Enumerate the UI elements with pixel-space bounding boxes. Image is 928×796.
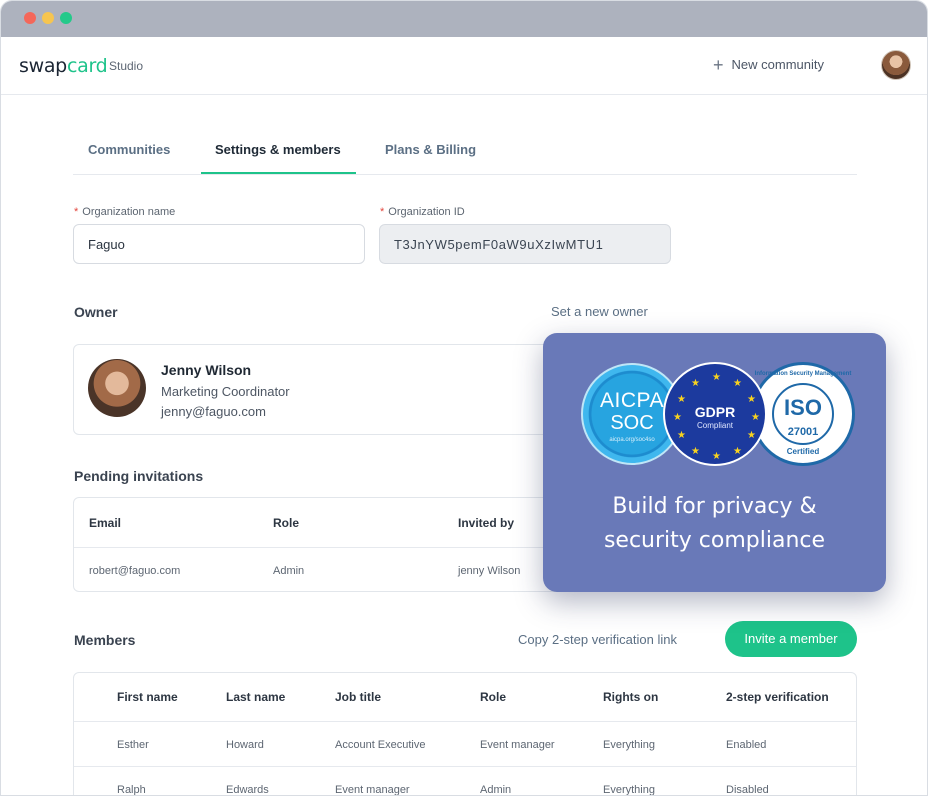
column-header-2-step-verification[interactable]: 2-step verification bbox=[726, 690, 829, 704]
column-header-role[interactable]: Role bbox=[480, 690, 506, 704]
minimize-window-icon[interactable] bbox=[42, 12, 54, 24]
pending-email-cell: robert@faguo.com bbox=[89, 565, 181, 577]
compliance-promo-card: AICPA SOC aicpa.org/soc4so Information S… bbox=[543, 333, 886, 592]
org-name-input[interactable] bbox=[73, 224, 365, 264]
copy-verification-link[interactable]: Copy 2-step verification link bbox=[518, 632, 677, 647]
gdpr-badge: ★ ★ ★ ★ ★ ★ ★ ★ ★ ★ ★ ★ GDPR Compliant bbox=[663, 362, 767, 466]
settings-tabs: Communities Settings & members Plans & B… bbox=[73, 129, 857, 175]
promo-headline: Build for privacy & security compliance bbox=[543, 490, 886, 558]
member-verification-cell: Disabled bbox=[726, 784, 769, 796]
required-mark: * bbox=[74, 206, 79, 218]
pending-role-cell: Admin bbox=[273, 565, 305, 577]
column-header-job-title[interactable]: Job title bbox=[335, 690, 381, 704]
window-titlebar bbox=[1, 1, 927, 37]
member-first-name-cell: Ralph bbox=[117, 784, 146, 796]
eu-star-icon: ★ bbox=[712, 372, 721, 383]
required-mark: * bbox=[380, 206, 385, 218]
promo-headline-line-1: Build for privacy & bbox=[612, 494, 817, 519]
owner-section-title: Owner bbox=[74, 304, 118, 320]
row-divider bbox=[74, 721, 856, 722]
member-rights-cell: Everything bbox=[603, 784, 655, 796]
eu-star-icon: ★ bbox=[733, 378, 742, 389]
promo-headline-line-2: security compliance bbox=[603, 528, 826, 553]
eu-star-icon: ★ bbox=[747, 430, 756, 441]
owner-email: jenny@faguo.com bbox=[161, 404, 266, 419]
members-table: First name Last name Job title Role Righ… bbox=[73, 672, 857, 796]
org-id-label-text: Organization ID bbox=[388, 206, 465, 218]
members-section-title: Members bbox=[74, 632, 136, 648]
close-window-icon[interactable] bbox=[24, 12, 36, 24]
owner-role: Marketing Coordinator bbox=[161, 384, 290, 399]
pending-invited-by-cell: jenny Wilson bbox=[458, 565, 521, 577]
gdpr-compliant-text: Compliant bbox=[696, 421, 733, 430]
eu-star-icon: ★ bbox=[691, 446, 700, 457]
org-id-input bbox=[379, 224, 671, 264]
new-community-button[interactable]: + New community bbox=[713, 54, 824, 75]
logo-text: swap bbox=[19, 55, 67, 77]
tab-plans-billing[interactable]: Plans & Billing bbox=[385, 142, 476, 157]
member-last-name-cell: Howard bbox=[226, 739, 264, 751]
column-header-rights-on[interactable]: Rights on bbox=[603, 690, 658, 704]
member-job-title-cell: Event manager bbox=[335, 784, 410, 796]
set-new-owner-link[interactable]: Set a new owner bbox=[551, 304, 648, 319]
org-name-label: * Organization name bbox=[74, 206, 175, 218]
browser-window: swapcard Studio + New community Communit… bbox=[0, 0, 928, 796]
eu-star-icon: ★ bbox=[733, 446, 742, 457]
owner-avatar bbox=[88, 359, 146, 417]
tab-communities[interactable]: Communities bbox=[88, 142, 170, 157]
product-name: Studio bbox=[109, 59, 144, 73]
eu-star-icon: ★ bbox=[691, 378, 700, 389]
org-id-label: * Organization ID bbox=[380, 206, 465, 218]
column-header-first-name[interactable]: First name bbox=[117, 690, 178, 704]
maximize-window-icon[interactable] bbox=[60, 12, 72, 24]
eu-star-icon: ★ bbox=[712, 451, 721, 462]
member-verification-cell: Enabled bbox=[726, 739, 767, 751]
invite-member-button[interactable]: Invite a member bbox=[725, 621, 857, 657]
pending-invitations-title: Pending invitations bbox=[74, 468, 204, 484]
user-avatar[interactable] bbox=[881, 50, 911, 80]
iso-number-text: 27001 bbox=[787, 426, 819, 438]
iso-text: ISO bbox=[784, 395, 822, 420]
plus-icon: + bbox=[713, 54, 724, 75]
org-name-label-text: Organization name bbox=[82, 206, 176, 218]
column-header-email[interactable]: Email bbox=[89, 516, 121, 530]
member-role-cell: Admin bbox=[480, 784, 512, 796]
tab-settings-members[interactable]: Settings & members bbox=[215, 142, 341, 157]
column-header-invited-by[interactable]: Invited by bbox=[458, 516, 514, 530]
member-rights-cell: Everything bbox=[603, 739, 655, 751]
owner-name: Jenny Wilson bbox=[161, 362, 252, 378]
eu-star-icon: ★ bbox=[677, 430, 686, 441]
row-divider bbox=[74, 766, 856, 767]
iso-certified-text: Certified bbox=[786, 447, 820, 456]
active-tab-indicator bbox=[201, 172, 356, 174]
member-job-title-cell: Account Executive bbox=[335, 739, 426, 751]
member-last-name-cell: Edwards bbox=[226, 784, 269, 796]
swapcard-logo[interactable]: swapcard bbox=[19, 55, 108, 77]
member-first-name-cell: Esther bbox=[117, 739, 149, 751]
aicpa-url-text: aicpa.org/soc4so bbox=[609, 437, 655, 443]
column-header-role[interactable]: Role bbox=[273, 516, 299, 530]
column-header-last-name[interactable]: Last name bbox=[226, 690, 285, 704]
iso-arc-text: Information Security Management bbox=[754, 371, 852, 377]
member-role-cell: Event manager bbox=[480, 739, 555, 751]
gdpr-text: GDPR bbox=[694, 404, 736, 420]
new-community-label: New community bbox=[731, 57, 824, 72]
logo-text-accent: card bbox=[66, 55, 108, 77]
owner-card: Jenny Wilson Marketing Coordinator jenny… bbox=[73, 344, 593, 435]
app-header: swapcard Studio + New community bbox=[1, 37, 927, 95]
